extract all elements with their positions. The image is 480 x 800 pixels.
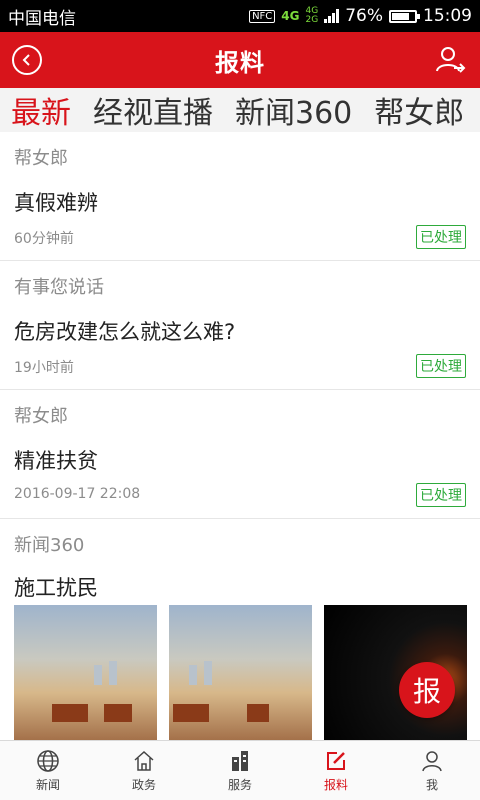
truck-shape: [247, 704, 269, 722]
item-time: 60分钟前: [14, 231, 74, 247]
nfc-icon: NFC: [249, 9, 276, 23]
list-item[interactable]: 有事您说话 危房改建怎么就这么难? 19小时前 已处理: [0, 261, 480, 390]
tab-bangnvlang[interactable]: 帮女郎: [363, 88, 475, 132]
battery-icon: [389, 9, 420, 23]
page-title: 报料: [215, 48, 265, 77]
status-icons: NFC 4G 4G 2G 76% 15:09: [249, 6, 472, 26]
globe-icon: [37, 749, 59, 772]
bottom-nav: 新闻 政务 服务 报料 我: [0, 740, 480, 800]
item-headline: 真假难辨: [14, 191, 98, 215]
status-badge: 已处理: [416, 225, 466, 249]
item-time: 2016-09-17 22:08: [14, 486, 141, 502]
nav-gov-label: 政务: [131, 777, 156, 792]
item-source: 新闻360: [14, 535, 85, 556]
truck-shape: [173, 704, 209, 722]
building-shape: [189, 665, 197, 685]
home-icon: [134, 750, 154, 771]
person-icon: [422, 750, 442, 771]
item-headline: 施工扰民: [14, 576, 98, 600]
photo-thumbnail[interactable]: [169, 605, 312, 740]
nav-report[interactable]: 报料: [288, 741, 384, 800]
list-item[interactable]: 帮女郎 精准扶贫 2016-09-17 22:08 已处理: [0, 390, 480, 519]
report-fab-button[interactable]: 报: [399, 662, 455, 718]
item-source: 帮女郎: [14, 148, 68, 169]
user-arrow-icon: [436, 47, 466, 73]
nav-report-label: 报料: [323, 777, 348, 792]
building-icon: [232, 750, 248, 771]
tab-latest[interactable]: 最新: [0, 88, 82, 132]
status-badge: 已处理: [416, 354, 466, 378]
nav-me[interactable]: 我: [384, 741, 480, 800]
network-4g-icon: 4G: [281, 9, 300, 23]
carrier-name: 中国电信: [8, 8, 76, 29]
report-feed: 帮女郎 真假难辨 60分钟前 已处理 有事您说话 危房改建怎么就这么难? 19小…: [0, 132, 480, 740]
back-button[interactable]: [12, 45, 42, 75]
nav-news-label: 新闻: [35, 777, 60, 792]
item-source: 有事您说话: [14, 277, 104, 298]
image-gallery: [14, 605, 467, 740]
battery-percent: 76%: [345, 6, 383, 26]
signal-icon: [324, 9, 340, 23]
category-tabs: 最新 经视直播 新闻360 帮女郎: [0, 88, 480, 132]
tab-live[interactable]: 经视直播: [82, 88, 224, 132]
building-shape: [204, 661, 212, 685]
item-headline: 危房改建怎么就这么难?: [14, 320, 236, 344]
tab-news360[interactable]: 新闻360: [224, 88, 363, 132]
truck-shape: [52, 704, 88, 722]
building-shape: [109, 661, 117, 685]
nav-gov[interactable]: 政务: [96, 741, 192, 800]
user-button[interactable]: [434, 44, 466, 76]
truck-shape: [104, 704, 132, 722]
nav-me-label: 我: [425, 777, 438, 792]
item-source: 帮女郎: [14, 406, 68, 427]
app-bar: 报料: [0, 32, 480, 88]
photo-thumbnail[interactable]: [14, 605, 157, 740]
item-time: 19小时前: [14, 360, 74, 376]
building-shape: [94, 665, 102, 685]
nav-services[interactable]: 服务: [192, 741, 288, 800]
clock: 15:09: [423, 6, 472, 26]
network-4g-2g-icon: 4G 2G: [305, 6, 319, 25]
nav-news[interactable]: 新闻: [0, 741, 96, 800]
status-badge: 已处理: [416, 483, 466, 507]
list-item[interactable]: 帮女郎 真假难辨 60分钟前 已处理: [0, 132, 480, 261]
item-headline: 精准扶贫: [14, 449, 98, 473]
edit-icon: [327, 751, 345, 770]
chevron-left-icon: [22, 54, 30, 66]
status-bar: 中国电信 NFC 4G 4G 2G 76% 15:09: [0, 0, 480, 32]
nav-services-label: 服务: [227, 777, 252, 792]
